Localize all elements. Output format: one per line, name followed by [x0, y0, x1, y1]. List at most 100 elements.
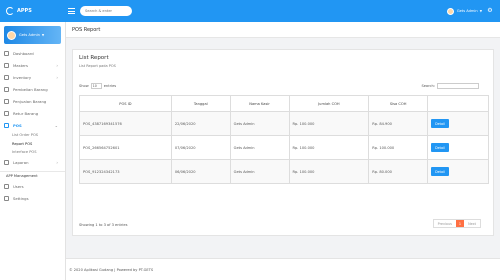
sales-icon — [4, 98, 9, 104]
cell-jumlah: Rp. 100.000 — [288, 159, 370, 184]
card-subtitle: List Report pada POS — [79, 64, 116, 68]
column-header-sisa-coh[interactable]: Sisa COH — [368, 95, 429, 112]
sidebar-item-label: Masters — [13, 62, 28, 68]
cart-icon — [4, 86, 9, 92]
pos-icon — [4, 122, 9, 128]
pagination-previous[interactable]: Previous — [434, 220, 456, 227]
table-row: POS_266564752601 07/06/2020 Gets Admin R… — [79, 135, 489, 160]
app-name: APPS — [17, 8, 32, 14]
cell-kasir: Gets Admin — [229, 111, 290, 136]
dashboard-icon — [4, 50, 9, 56]
settings-icon — [4, 196, 9, 201]
chevron-right-icon: › — [56, 74, 58, 80]
search-label: Search: — [421, 84, 435, 88]
cell-pos-id: POS_4387169341576 — [79, 111, 172, 136]
report-icon — [4, 160, 9, 165]
sidebar-item-label: Laporan — [13, 160, 29, 165]
sidebar-item-dashboard[interactable]: Dashboard — [0, 47, 65, 59]
chevron-right-icon: › — [56, 62, 58, 68]
sidebar-item-label: Inventory — [13, 74, 32, 80]
pagination: Previous 1 Next — [432, 219, 481, 228]
user-menu[interactable]: Gets Admin ▼ — [446, 6, 482, 16]
sidebar-profile[interactable]: Gets Admin ▼ — [4, 26, 61, 44]
sidebar-item-inventory[interactable]: Inventory › — [0, 71, 65, 83]
sidebar-section-title: APP Management — [0, 170, 65, 181]
table-row: POS_912324342173 06/06/2020 Gets Admin R… — [79, 159, 489, 184]
sidebar-item-label: Settings — [13, 196, 29, 201]
sidebar-item-retur[interactable]: Retur Barang — [0, 107, 65, 119]
pagination-next[interactable]: Next — [464, 220, 480, 227]
pagination-page[interactable]: 1 — [455, 220, 465, 227]
sidebar-item-label: Dashboard — [13, 50, 34, 56]
cell-action: Detail — [427, 111, 489, 136]
table-search-input[interactable] — [437, 83, 479, 89]
entries-length-control: Show 10 entries — [79, 83, 116, 89]
detail-button[interactable]: Detail — [431, 119, 449, 128]
show-label: Show — [79, 84, 89, 88]
table-row: POS_4387169341576 22/06/2020 Gets Admin … — [79, 111, 489, 136]
cell-action: Detail — [427, 159, 489, 184]
column-header-action — [427, 95, 489, 112]
inventory-icon — [4, 74, 9, 80]
cell-kasir: Gets Admin — [229, 159, 290, 184]
card-title: List Report — [79, 55, 109, 61]
cell-action: Detail — [427, 135, 489, 160]
entries-label: entries — [103, 84, 117, 88]
sidebar-item-label: Pembelian Barang — [13, 86, 48, 92]
cell-tanggal: 07/06/2020 — [170, 135, 231, 160]
entries-select[interactable]: 10 — [90, 83, 102, 89]
chevron-right-icon: › — [56, 160, 58, 165]
search-input[interactable] — [80, 6, 132, 16]
detail-button[interactable]: Detail — [431, 143, 449, 152]
main-content: POS Report List Report List Report pada … — [66, 22, 500, 280]
sidebar-item-users[interactable]: Users — [0, 181, 65, 193]
profile-name: Gets Admin — [19, 33, 40, 37]
sidebar-item-label: Penjualan Barang — [13, 98, 47, 104]
cell-jumlah: Rp. 100.000 — [288, 111, 370, 136]
table-info: Showing 1 to 3 of 3 entries — [79, 223, 128, 227]
sidebar-item-label: Users — [13, 184, 24, 189]
app-brand[interactable]: APPS — [6, 4, 32, 18]
top-navbar: APPS Gets Admin ▼ ⚙ — [0, 0, 500, 22]
detail-button[interactable]: Detail — [431, 167, 449, 176]
table-search: Search: — [421, 83, 479, 89]
sidebar: Gets Admin ▼ Dashboard Masters › Invento… — [0, 22, 66, 280]
users-icon — [4, 184, 9, 189]
user-name: Gets Admin — [456, 9, 478, 13]
sidebar-item-label: POS — [13, 122, 22, 128]
column-header-pos-id[interactable]: POS ID — [79, 95, 172, 112]
report-card: List Report List Report pada POS Show 10… — [72, 49, 494, 236]
sidebar-item-laporan[interactable]: Laporan › — [0, 157, 65, 169]
cell-sisa: Rp. 80.000 — [368, 159, 429, 184]
footer: © 2020 Aplikasi Gudang | Powered by PT.G… — [66, 258, 500, 280]
app-logo-icon — [6, 7, 14, 15]
cell-pos-id: POS_912324342173 — [79, 159, 172, 184]
sidebar-item-masters[interactable]: Masters › — [0, 59, 65, 71]
return-icon — [4, 110, 9, 116]
cell-tanggal: 22/06/2020 — [170, 111, 231, 136]
sidebar-item-settings[interactable]: Settings — [0, 193, 65, 205]
table-header-row: POS ID Tanggal Nama Kasir Jumlah COH Sis… — [79, 95, 489, 112]
cell-tanggal: 06/06/2020 — [170, 159, 231, 184]
gear-icon[interactable]: ⚙ — [486, 7, 494, 15]
avatar — [446, 7, 454, 15]
cell-pos-id: POS_266564752601 — [79, 135, 172, 160]
sidebar-subitem-list-order-pos[interactable]: List Order POS — [0, 131, 65, 140]
column-header-tanggal[interactable]: Tanggal — [170, 95, 231, 112]
cell-jumlah: Rp. 100.000 — [288, 135, 370, 160]
sidebar-item-penjualan[interactable]: Penjualan Barang — [0, 95, 65, 107]
cell-sisa: Rp. 84.900 — [368, 111, 429, 136]
report-table: POS ID Tanggal Nama Kasir Jumlah COH Sis… — [79, 95, 489, 184]
hamburger-menu-icon[interactable] — [68, 8, 75, 14]
avatar — [7, 30, 16, 40]
column-header-nama-kasir[interactable]: Nama Kasir — [229, 95, 290, 112]
sidebar-item-pembelian[interactable]: Pembelian Barang — [0, 83, 65, 95]
masters-icon — [4, 62, 9, 68]
sidebar-subitem-interface-pos[interactable]: Interface POS — [0, 148, 65, 157]
page-title: POS Report — [66, 22, 500, 38]
sidebar-item-pos[interactable]: POS ⌄ — [0, 119, 65, 131]
chevron-down-icon: ▼ — [41, 33, 45, 37]
column-header-jumlah-coh[interactable]: Jumlah COH — [288, 95, 370, 112]
sidebar-subitem-report-pos[interactable]: Report POS — [0, 140, 65, 149]
sidebar-item-label: Retur Barang — [13, 110, 39, 116]
